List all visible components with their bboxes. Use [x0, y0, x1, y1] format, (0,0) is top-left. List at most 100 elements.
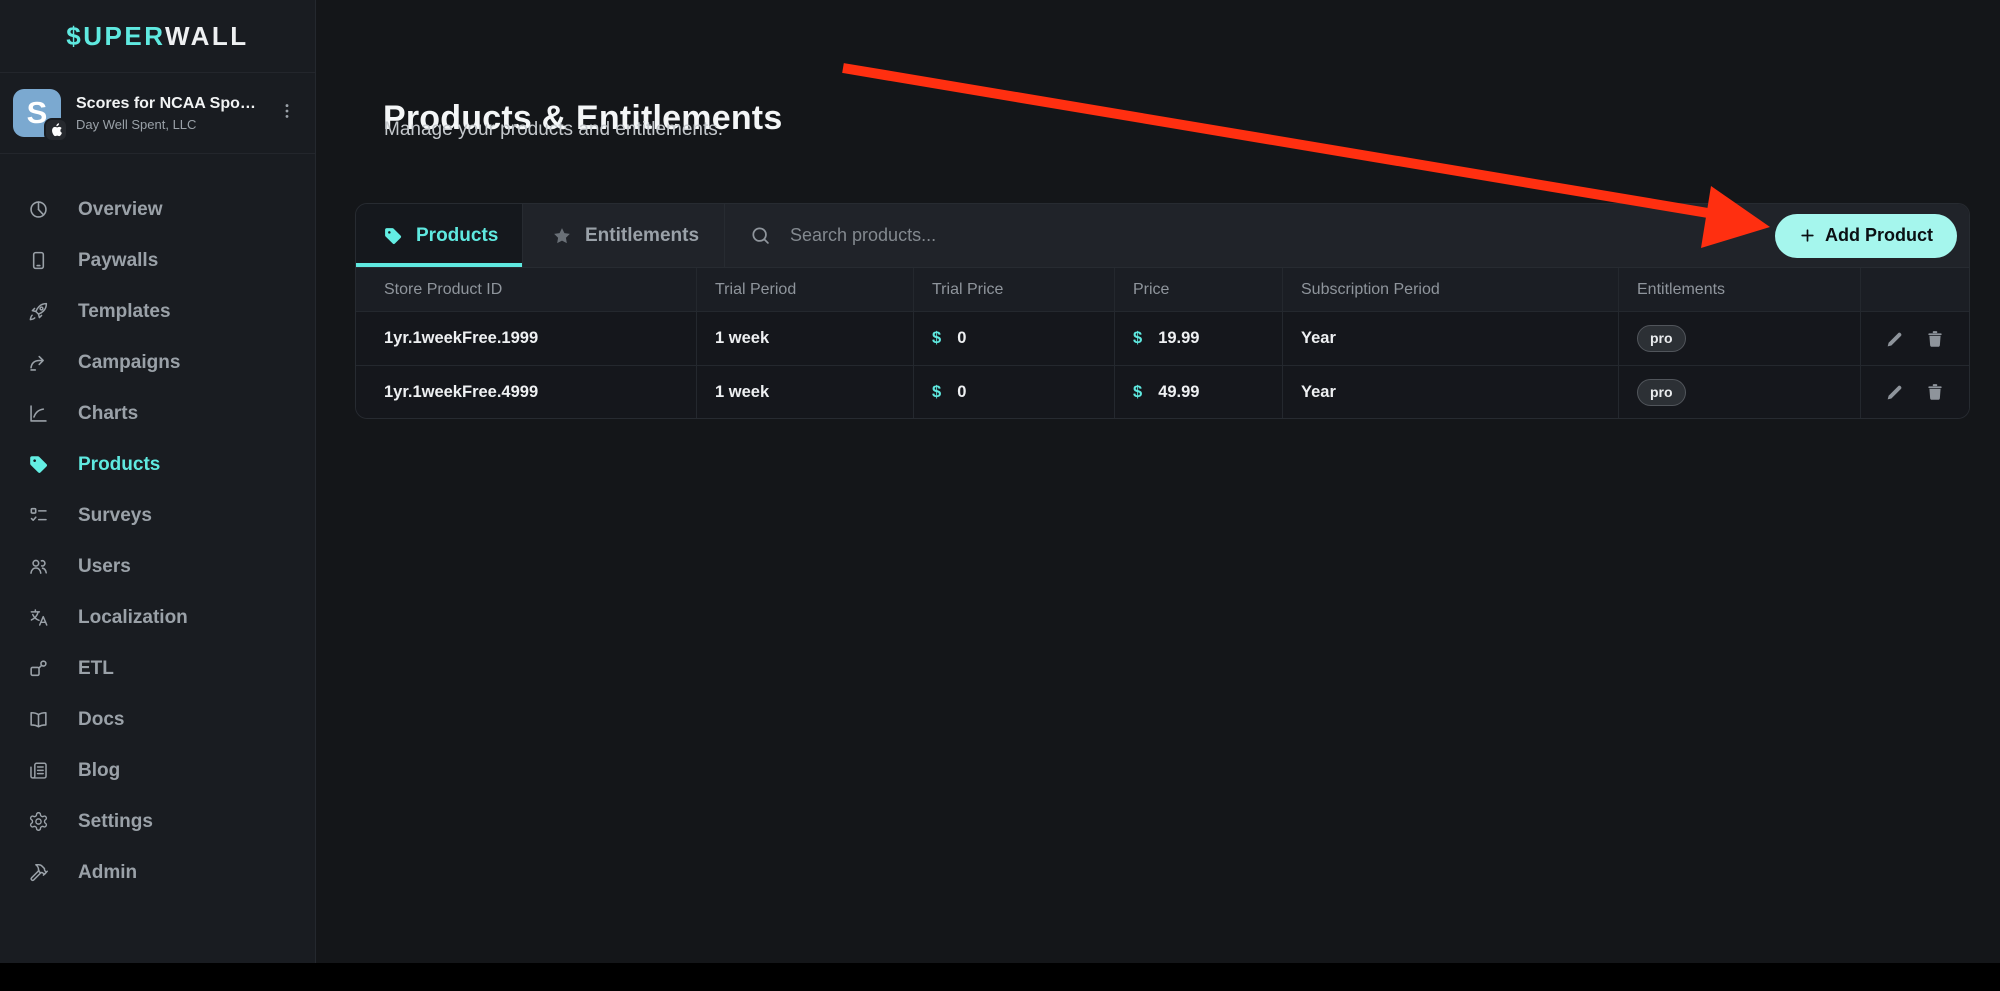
logo-accent-text: $UPER — [66, 21, 165, 51]
sidebar-item-blog[interactable]: Blog — [0, 745, 315, 796]
app-meta: Scores for NCAA Spo… Day Well Spent, LLC — [76, 95, 258, 132]
tab-products[interactable]: Products — [356, 204, 523, 267]
cell-trial-period: 1 week — [696, 366, 913, 418]
sidebar-item-label: Users — [78, 556, 131, 578]
trash-icon — [1925, 329, 1945, 349]
logo-row: $UPERWALL — [0, 0, 315, 73]
price-value: 49.99 — [1158, 383, 1199, 402]
column-header-price: Price — [1114, 268, 1282, 311]
delete-product-button[interactable] — [1925, 382, 1945, 402]
sidebar-item-templates[interactable]: Templates — [0, 286, 315, 337]
cell-subscription-period: Year — [1282, 366, 1618, 418]
kebab-menu-icon[interactable] — [273, 95, 301, 132]
sidebar-item-settings[interactable]: Settings — [0, 796, 315, 847]
campaigns-icon — [28, 352, 49, 373]
cell-entitlements: pro — [1618, 312, 1860, 365]
sidebar-item-label: Products — [78, 454, 160, 476]
products-panel: Products Entitlements Add Product Store — [355, 203, 1970, 419]
star-icon — [552, 226, 572, 246]
search-icon — [750, 225, 771, 246]
currency-symbol: $ — [932, 329, 941, 348]
sidebar-item-admin[interactable]: Admin — [0, 847, 315, 898]
currency-symbol: $ — [1133, 383, 1142, 402]
column-header-trial-period: Trial Period — [696, 268, 913, 311]
search-input[interactable] — [788, 224, 1218, 247]
sidebar-item-paywalls[interactable]: Paywalls — [0, 235, 315, 286]
pencil-icon — [1885, 329, 1905, 349]
sidebar-item-label: Surveys — [78, 505, 152, 527]
add-product-label: Add Product — [1825, 225, 1933, 246]
sidebar-item-label: Blog — [78, 760, 120, 782]
blog-icon — [28, 760, 49, 781]
app-switcher[interactable]: S Scores for NCAA Spo… Day Well Spent, L… — [0, 73, 315, 154]
sidebar-item-label: Campaigns — [78, 352, 180, 374]
delete-product-button[interactable] — [1925, 329, 1945, 349]
trash-icon — [1925, 382, 1945, 402]
tab-entitlements-label: Entitlements — [585, 225, 699, 247]
sidebar-item-label: Localization — [78, 607, 188, 629]
overview-icon — [28, 199, 49, 220]
cell-subscription-period: Year — [1282, 312, 1618, 365]
sidebar-nav: Overview Paywalls Templates Campaigns Ch… — [0, 184, 315, 898]
admin-icon — [28, 862, 49, 883]
cell-entitlements: pro — [1618, 366, 1860, 418]
app-icon: S — [13, 89, 61, 137]
app-company: Day Well Spent, LLC — [76, 117, 258, 132]
sidebar-item-users[interactable]: Users — [0, 541, 315, 592]
logo-rest-text: WALL — [165, 21, 249, 51]
sidebar-item-etl[interactable]: ETL — [0, 643, 315, 694]
cell-actions — [1860, 366, 1969, 418]
price-value: 19.99 — [1158, 329, 1199, 348]
cell-trial-period: 1 week — [696, 312, 913, 365]
cell-trial-price: $0 — [913, 366, 1114, 418]
cell-trial-price: $0 — [913, 312, 1114, 365]
cell-price: $19.99 — [1114, 312, 1282, 365]
page-subtitle: Manage your products and entitlements. — [384, 119, 723, 141]
sidebar-item-surveys[interactable]: Surveys — [0, 490, 315, 541]
table-row: 1yr.1weekFree.1999 1 week $0 $19.99 Year… — [356, 312, 1969, 365]
column-header-trial-price: Trial Price — [913, 268, 1114, 311]
sidebar-item-docs[interactable]: Docs — [0, 694, 315, 745]
sidebar-item-charts[interactable]: Charts — [0, 388, 315, 439]
sidebar-item-label: Admin — [78, 862, 137, 884]
superwall-logo[interactable]: $UPERWALL — [66, 21, 248, 52]
edit-product-button[interactable] — [1885, 329, 1905, 349]
apple-icon — [44, 118, 68, 142]
tag-icon — [383, 226, 403, 246]
surveys-icon — [28, 505, 49, 526]
sidebar-item-label: Overview — [78, 199, 163, 221]
plus-icon — [1799, 227, 1816, 244]
add-product-button[interactable]: Add Product — [1775, 214, 1957, 258]
sidebar-item-campaigns[interactable]: Campaigns — [0, 337, 315, 388]
column-header-entitlements: Entitlements — [1618, 268, 1860, 311]
trial-price-value: 0 — [957, 329, 966, 348]
edit-product-button[interactable] — [1885, 382, 1905, 402]
entitlement-badge: pro — [1637, 379, 1686, 406]
app-window: $UPERWALL S Scores for NCAA Spo… Day Wel… — [0, 0, 2000, 963]
localization-icon — [28, 607, 49, 628]
sidebar-item-overview[interactable]: Overview — [0, 184, 315, 235]
etl-icon — [28, 658, 49, 679]
table-row: 1yr.1weekFree.4999 1 week $0 $49.99 Year… — [356, 365, 1969, 418]
cell-store-product-id: 1yr.1weekFree.1999 — [356, 312, 696, 365]
tab-bar: Products Entitlements Add Product — [356, 204, 1969, 268]
templates-icon — [28, 301, 49, 322]
sidebar-item-localization[interactable]: Localization — [0, 592, 315, 643]
search-box — [725, 204, 1775, 267]
sidebar-item-label: Templates — [78, 301, 171, 323]
column-header-actions — [1860, 268, 1969, 311]
sidebar-item-label: Settings — [78, 811, 153, 833]
charts-icon — [28, 403, 49, 424]
active-tab-underline — [356, 263, 522, 267]
sidebar-item-products[interactable]: Products — [0, 439, 315, 490]
column-header-store-product-id: Store Product ID — [356, 268, 696, 311]
cell-store-product-id: 1yr.1weekFree.4999 — [356, 366, 696, 418]
cell-actions — [1860, 312, 1969, 365]
cell-price: $49.99 — [1114, 366, 1282, 418]
pencil-icon — [1885, 382, 1905, 402]
app-name: Scores for NCAA Spo… — [76, 95, 258, 113]
tab-entitlements[interactable]: Entitlements — [523, 204, 725, 267]
settings-icon — [28, 811, 49, 832]
docs-icon — [28, 709, 49, 730]
users-icon — [28, 556, 49, 577]
